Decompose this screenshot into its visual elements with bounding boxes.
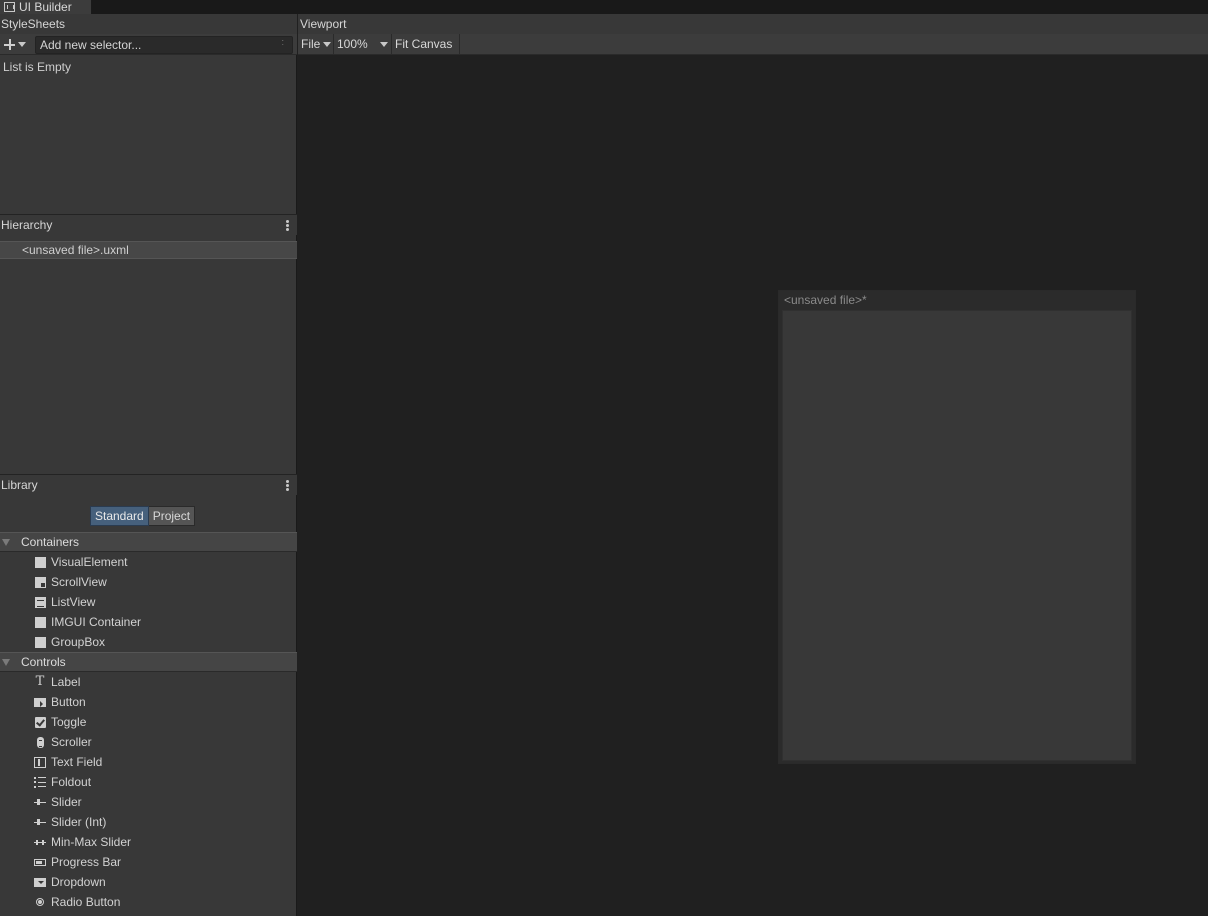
selector-options-icon[interactable]: : bbox=[281, 38, 284, 47]
tab-standard[interactable]: Standard bbox=[90, 506, 149, 526]
library-title: Library bbox=[1, 478, 38, 492]
min-max-slider-icon bbox=[34, 836, 46, 848]
viewport-title: Viewport bbox=[300, 17, 347, 31]
fit-canvas-label: Fit Canvas bbox=[395, 37, 453, 51]
library-item-scroll-view[interactable]: ScrollView bbox=[0, 572, 297, 592]
expand-arrow-icon[interactable] bbox=[2, 659, 10, 666]
library-item-list-view[interactable]: ListView bbox=[0, 592, 297, 612]
hierarchy-root-item[interactable]: <unsaved file>.uxml bbox=[0, 241, 297, 259]
text-field-icon bbox=[34, 756, 46, 768]
stylesheets-toolbar: Add new selector... : bbox=[0, 34, 297, 55]
scroll-view-icon bbox=[34, 576, 46, 588]
progress-bar-icon bbox=[34, 856, 46, 868]
ui-builder-icon bbox=[4, 2, 15, 12]
chevron-down-icon bbox=[323, 41, 332, 47]
library-item-imgui-container[interactable]: IMGUI Container bbox=[0, 612, 297, 632]
library-item-label: Toggle bbox=[51, 715, 87, 729]
zoom-value: 100% bbox=[337, 37, 368, 51]
stylesheets-title: StyleSheets bbox=[1, 17, 66, 31]
library-item-label: Slider bbox=[51, 795, 82, 809]
library-item-text-field[interactable]: Text Field bbox=[0, 752, 297, 772]
library-item-label: Foldout bbox=[51, 775, 92, 789]
library-item-visual-element[interactable]: VisualElement bbox=[0, 552, 297, 572]
fit-canvas-button[interactable]: Fit Canvas bbox=[392, 34, 460, 54]
hierarchy-menu-icon[interactable] bbox=[286, 220, 289, 231]
chevron-down-icon bbox=[18, 42, 26, 47]
expand-arrow-icon[interactable] bbox=[2, 539, 10, 546]
scroller-icon bbox=[34, 736, 46, 748]
file-menu-label: File bbox=[301, 37, 321, 51]
library-item-label: Min-Max Slider bbox=[51, 835, 132, 849]
library-item-label: Progress Bar bbox=[51, 855, 122, 869]
document-canvas[interactable]: <unsaved file>* bbox=[778, 290, 1136, 764]
toggle-icon bbox=[34, 716, 46, 728]
foldout-icon bbox=[34, 776, 46, 788]
library-item-slider[interactable]: Slider bbox=[0, 792, 297, 812]
library-item-progress-bar[interactable]: Progress Bar bbox=[0, 852, 297, 872]
selector-input[interactable]: Add new selector... : bbox=[35, 36, 293, 54]
left-pane: StyleSheets Add new selector... : List i… bbox=[0, 14, 297, 916]
library-item-label: Dropdown bbox=[51, 875, 106, 889]
library-item-slider-int[interactable]: Slider (Int) bbox=[0, 812, 297, 832]
hierarchy-title: Hierarchy bbox=[1, 218, 53, 232]
library-menu-icon[interactable] bbox=[286, 480, 289, 491]
visual-element-icon bbox=[34, 556, 46, 568]
stylesheets-empty-text: List is Empty bbox=[3, 60, 72, 74]
group-containers[interactable]: Containers bbox=[0, 532, 297, 552]
dropdown-icon bbox=[34, 876, 46, 888]
library-item-label: ListView bbox=[51, 595, 96, 609]
library-item-label: Button bbox=[51, 695, 86, 709]
library-item-dropdown[interactable]: Dropdown bbox=[0, 872, 297, 892]
plus-icon bbox=[4, 39, 15, 50]
library-item-label-control[interactable]: T Label bbox=[0, 672, 297, 692]
tab-project[interactable]: Project bbox=[148, 506, 196, 526]
radio-button-icon bbox=[34, 896, 46, 908]
selector-input-placeholder: Add new selector... bbox=[40, 38, 142, 52]
editor-tab-bar: UI Builder bbox=[0, 0, 1208, 14]
viewport-pane: Viewport File 100% Fit Canvas <unsaved f… bbox=[298, 14, 1208, 916]
group-label: Controls bbox=[21, 655, 66, 669]
hierarchy-header: Hierarchy bbox=[0, 215, 297, 235]
library-item-label: ScrollView bbox=[51, 575, 107, 589]
ui-builder-tab[interactable]: UI Builder bbox=[0, 0, 92, 14]
slider-int-icon bbox=[34, 816, 46, 828]
ui-builder-tab-label: UI Builder bbox=[19, 0, 72, 14]
chevron-down-icon bbox=[380, 41, 388, 47]
canvas-title: <unsaved file>* bbox=[784, 293, 867, 307]
library-item-label: Text Field bbox=[51, 755, 103, 769]
slider-icon bbox=[34, 796, 46, 808]
library-item-label: IMGUI Container bbox=[51, 615, 142, 629]
button-icon bbox=[34, 696, 46, 708]
imgui-container-icon bbox=[34, 616, 46, 628]
zoom-dropdown[interactable]: 100% bbox=[334, 34, 392, 54]
group-controls[interactable]: Controls bbox=[0, 652, 297, 672]
library-item-min-max-slider[interactable]: Min-Max Slider bbox=[0, 832, 297, 852]
group-box-icon bbox=[34, 636, 46, 648]
canvas-root-element[interactable] bbox=[782, 310, 1132, 761]
library-item-label: Radio Button bbox=[51, 895, 121, 909]
library-tabs: Standard Project bbox=[90, 506, 196, 526]
add-stylesheet-button[interactable] bbox=[2, 36, 32, 53]
viewport-header: Viewport bbox=[298, 14, 1208, 34]
group-label: Containers bbox=[21, 535, 80, 549]
library-item-radio-button[interactable]: Radio Button bbox=[0, 892, 297, 912]
label-icon: T bbox=[35, 674, 45, 689]
library-item-scroller[interactable]: Scroller bbox=[0, 732, 297, 752]
list-view-icon bbox=[34, 596, 46, 608]
library-item-foldout[interactable]: Foldout bbox=[0, 772, 297, 792]
file-menu-button[interactable]: File bbox=[298, 34, 334, 54]
library-item-label: VisualElement bbox=[51, 555, 128, 569]
viewport-toolbar: File 100% Fit Canvas bbox=[298, 34, 1208, 55]
library-item-label: Label bbox=[51, 675, 81, 689]
library-item-label: GroupBox bbox=[51, 635, 106, 649]
library-header: Library bbox=[0, 475, 297, 495]
library-item-button[interactable]: Button bbox=[0, 692, 297, 712]
stylesheets-header: StyleSheets bbox=[0, 14, 297, 34]
library-item-group-box[interactable]: GroupBox bbox=[0, 632, 297, 652]
library-item-toggle[interactable]: Toggle bbox=[0, 712, 297, 732]
library-item-label: Slider (Int) bbox=[51, 815, 107, 829]
library-item-label: Scroller bbox=[51, 735, 92, 749]
